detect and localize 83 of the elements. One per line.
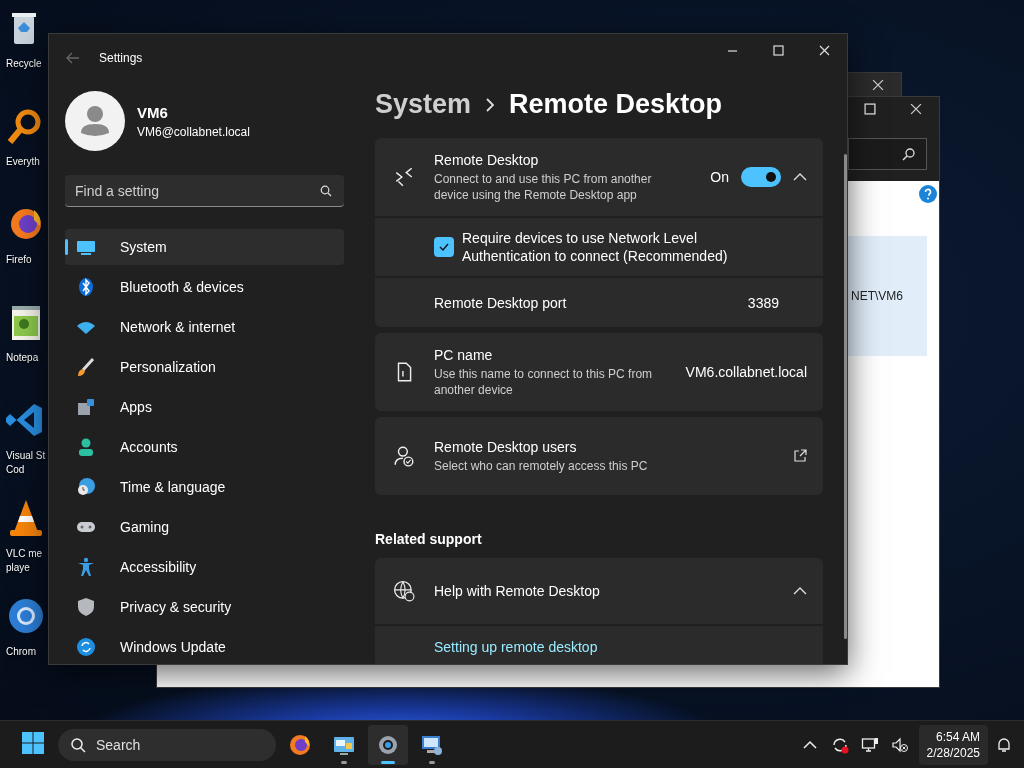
accessibility-icon	[76, 557, 96, 577]
desktop-icon-label: Everyth	[5, 155, 40, 169]
search-icon	[902, 146, 916, 161]
collapse-button[interactable]	[793, 172, 807, 182]
user-check-icon	[393, 445, 415, 467]
setting-card[interactable]: PC name Use this name to connect to this PC from another device VM6.collabnet.local	[375, 333, 823, 411]
page-title: Remote Desktop	[509, 89, 723, 120]
nav-item[interactable]: Network & internet	[65, 309, 344, 345]
desktop-icon-label: Visual St Cod	[5, 449, 46, 477]
volume-muted-icon[interactable]	[890, 735, 909, 754]
nav-item[interactable]: System	[65, 229, 344, 265]
help-link[interactable]: Setting up remote desktop	[434, 639, 598, 655]
checkbox[interactable]	[434, 237, 454, 257]
desktop-icon-label: VLC me playe	[5, 547, 43, 575]
desktop-icon-label: Chrom	[5, 645, 36, 659]
setting-title: Remote Desktop users	[434, 438, 578, 455]
person-icon	[76, 437, 96, 457]
chevron-icon	[793, 586, 807, 596]
setting-description: Select who can remotely access this PC	[434, 457, 648, 474]
nav-item[interactable]: Accessibility	[65, 549, 344, 585]
toggle-switch[interactable]	[741, 167, 781, 187]
sync-icon	[76, 637, 96, 657]
remote-arrows-icon	[393, 166, 415, 188]
nav-item[interactable]: Accounts	[65, 429, 344, 465]
apps-icon	[76, 397, 96, 417]
collapse-button[interactable]	[793, 586, 807, 596]
globe-help-icon	[393, 580, 415, 602]
back-arrow-icon[interactable]	[65, 50, 81, 66]
help-icon[interactable]	[919, 185, 937, 203]
nav-item[interactable]: Bluetooth & devices	[65, 269, 344, 305]
help-card[interactable]: Help with Remote Desktop Setting up remote desktop	[375, 558, 823, 664]
breadcrumb-parent[interactable]: System	[375, 89, 472, 120]
scrollbar[interactable]	[844, 154, 847, 639]
desktop-icon-label: Recycle	[5, 57, 42, 71]
bluetooth-icon	[76, 277, 96, 297]
setting-title: Remote Desktop	[434, 151, 540, 168]
search-icon	[320, 185, 332, 197]
taskbar-search-field[interactable]: Search	[58, 728, 276, 761]
external-link-icon[interactable]	[793, 449, 807, 463]
setting-card[interactable]: Remote Desktop users Select who can remotely access this PC	[375, 417, 823, 495]
nav-item[interactable]: Gaming	[65, 509, 344, 545]
setting-title: Help with Remote Desktop	[434, 583, 600, 599]
search-icon	[70, 736, 86, 753]
shield-icon	[76, 597, 96, 617]
setting-label: Remote Desktop port	[434, 294, 567, 311]
close-icon	[910, 103, 922, 115]
globe-clock-icon	[76, 477, 96, 497]
setting-description: Use this name to connect to this PC from another device	[434, 365, 654, 398]
window-title: Settings	[99, 51, 143, 65]
maximize-icon	[772, 44, 784, 56]
nav-item[interactable]: Time & language	[65, 469, 344, 505]
taskbar-app[interactable]	[368, 724, 408, 765]
avatar	[65, 91, 125, 151]
checkbox-label: Require devices to use Network Level Authentication to connect (Recommended)	[462, 229, 729, 265]
user-name: VM6	[137, 103, 169, 121]
setting-card[interactable]: Remote Desktop Connect to and use this PC from another device using the Remote Desktop app On	[375, 138, 823, 216]
setting-value: VM6.collabnet.local	[685, 364, 807, 380]
desktop-icon-label: Notepa	[5, 351, 39, 365]
close-icon	[818, 44, 830, 56]
section-heading: Related support	[375, 531, 483, 547]
chevron-right-icon	[485, 97, 496, 112]
account-text: NET\VM6	[851, 289, 903, 303]
desktop-icon-label: Firefo	[5, 253, 32, 267]
setting-description: Connect to and use this PC from another device using the Remote Desktop app	[434, 170, 653, 203]
browser-icon	[288, 732, 312, 757]
nav-item[interactable]: Privacy & security	[65, 589, 344, 625]
window-search-field[interactable]	[848, 137, 927, 170]
chevron-icon	[793, 172, 807, 182]
close-icon	[872, 79, 884, 91]
nav-item[interactable]: Windows Update	[65, 629, 344, 664]
maximize-icon	[864, 103, 876, 115]
brush-icon	[76, 357, 96, 377]
user-email: VM6@collabnet.local	[137, 124, 250, 139]
checkmark-icon	[438, 241, 450, 253]
bell-icon[interactable]	[996, 736, 1012, 753]
nav-item[interactable]: Personalization	[65, 349, 344, 385]
network-monitor-icon[interactable]	[860, 735, 879, 754]
settings-search-field[interactable]: Find a setting	[65, 175, 344, 207]
nav-item[interactable]: Apps	[65, 389, 344, 425]
setting-value: 3389	[747, 294, 779, 311]
clock[interactable]: 6:54 AM 2/28/2025	[918, 724, 988, 765]
setting-title: PC name	[434, 346, 494, 363]
toggle-state-label: On	[710, 169, 729, 185]
